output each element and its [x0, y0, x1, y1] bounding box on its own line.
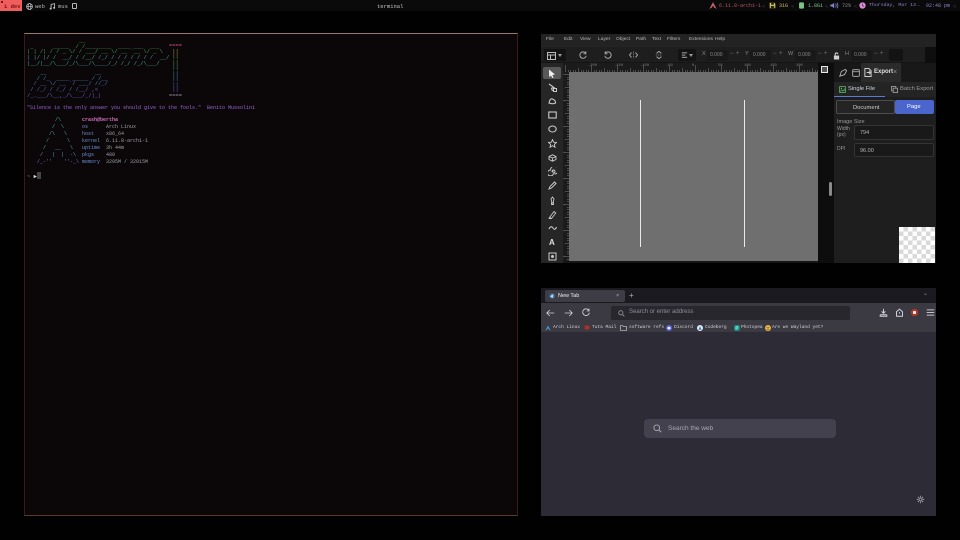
svg-text:P: P [736, 325, 739, 330]
